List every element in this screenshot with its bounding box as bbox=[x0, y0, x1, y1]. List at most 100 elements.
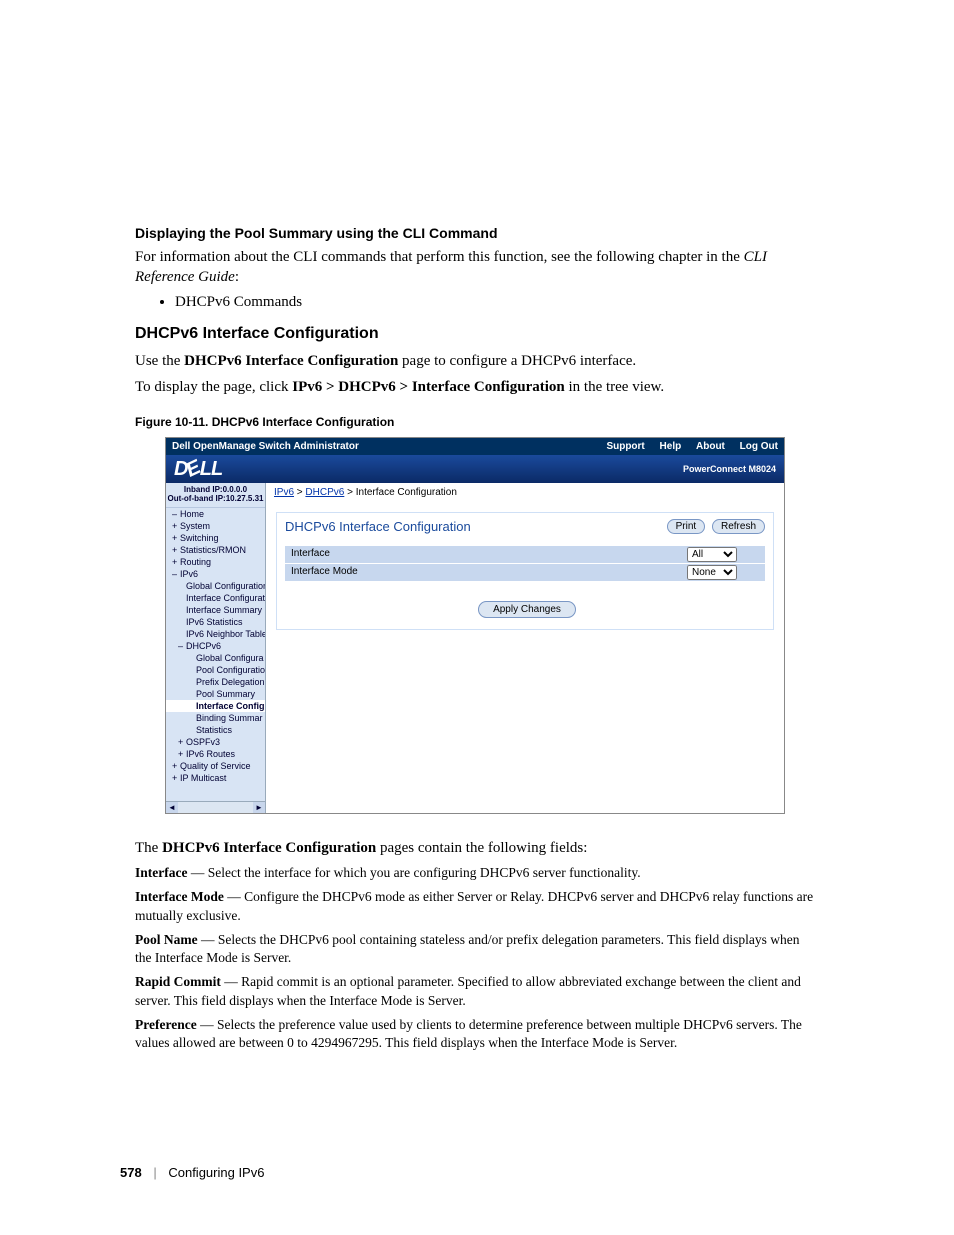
bullet-list: DHCPv6 Commands bbox=[175, 294, 819, 311]
expand-icon[interactable]: + bbox=[172, 533, 180, 543]
tree-node[interactable]: Interface Summary bbox=[166, 604, 265, 616]
tree-label: IPv6 Statistics bbox=[186, 617, 243, 627]
tree-node[interactable]: Interface Configurat bbox=[166, 592, 265, 604]
document-page: Displaying the Pool Summary using the CL… bbox=[0, 0, 954, 1235]
tree-label: OSPFv3 bbox=[186, 737, 220, 747]
expand-icon[interactable]: + bbox=[178, 749, 186, 759]
nav-path: IPv6 > DHCPv6 > Interface Configuration bbox=[292, 379, 564, 395]
field-name: Interface Mode bbox=[135, 889, 224, 904]
crumb-dhcpv6[interactable]: DHCPv6 bbox=[305, 487, 344, 498]
tree-node[interactable]: +IP Multicast bbox=[166, 772, 265, 784]
tree-node[interactable]: Statistics bbox=[166, 724, 265, 736]
separator: | bbox=[153, 1165, 156, 1180]
text: page to configure a DHCPv6 interface. bbox=[398, 353, 636, 369]
expand-icon[interactable]: – bbox=[178, 641, 186, 651]
page-number: 578 bbox=[120, 1165, 142, 1180]
tree-node[interactable]: Interface Config bbox=[166, 700, 265, 712]
field-name: Preference bbox=[135, 1017, 197, 1032]
refresh-button[interactable]: Refresh bbox=[712, 519, 765, 534]
tree-label: Interface Config bbox=[196, 701, 265, 711]
field-text: — Select the interface for which you are… bbox=[187, 865, 640, 880]
panel-header: DHCPv6 Interface Configuration Print Ref… bbox=[277, 513, 773, 546]
tree-node[interactable]: Global Configura bbox=[166, 652, 265, 664]
scrollbar[interactable]: ◄ ► bbox=[166, 801, 265, 813]
sidebar: Inband IP:0.0.0.0 Out-of-band IP:10.27.5… bbox=[166, 483, 266, 813]
tree-label: Home bbox=[180, 509, 204, 519]
tree-label: IPv6 bbox=[180, 569, 198, 579]
page-footer: 578 | Configuring IPv6 bbox=[120, 1165, 264, 1180]
tree-node[interactable]: +IPv6 Routes bbox=[166, 748, 265, 760]
panel-buttons: Print Refresh bbox=[663, 521, 765, 532]
chapter-name: Configuring IPv6 bbox=[168, 1165, 264, 1180]
tree-node[interactable]: Pool Summary bbox=[166, 688, 265, 700]
figure-caption: Figure 10-11. DHCPv6 Interface Configura… bbox=[135, 415, 819, 429]
tree-node[interactable]: +Routing bbox=[166, 556, 265, 568]
link-logout[interactable]: Log Out bbox=[740, 441, 778, 452]
tree-node[interactable]: +Switching bbox=[166, 532, 265, 544]
text: For information about the CLI commands t… bbox=[135, 249, 744, 265]
row-interface: Interface All bbox=[285, 546, 765, 564]
field-text: — Configure the DHCPv6 mode as either Se… bbox=[135, 889, 813, 922]
panel-title: DHCPv6 Interface Configuration bbox=[285, 519, 471, 534]
tree-label: Statistics/RMON bbox=[180, 545, 246, 555]
text: Use the bbox=[135, 353, 184, 369]
tree-label: Binding Summar bbox=[196, 713, 263, 723]
select-interface-mode[interactable]: None bbox=[687, 565, 737, 580]
expand-icon[interactable]: + bbox=[172, 521, 180, 531]
section-heading: DHCPv6 Interface Configuration bbox=[135, 325, 819, 343]
crumb-current: Interface Configuration bbox=[356, 487, 457, 498]
field-description: Pool Name — Selects the DHCPv6 pool cont… bbox=[135, 931, 819, 967]
text: The bbox=[135, 840, 162, 856]
tree-node[interactable]: Global Configuration bbox=[166, 580, 265, 592]
expand-icon[interactable]: + bbox=[178, 737, 186, 747]
tree-node[interactable]: IPv6 Statistics bbox=[166, 616, 265, 628]
ui-term: DHCPv6 Interface Configuration bbox=[184, 353, 398, 369]
tree-node[interactable]: –Home bbox=[166, 508, 265, 520]
link-support[interactable]: Support bbox=[606, 441, 644, 452]
expand-icon[interactable]: + bbox=[172, 773, 180, 783]
tree-node[interactable]: IPv6 Neighbor Table bbox=[166, 628, 265, 640]
expand-icon[interactable]: – bbox=[172, 509, 180, 519]
select-interface[interactable]: All bbox=[687, 547, 737, 562]
tree-node[interactable]: Prefix Delegation bbox=[166, 676, 265, 688]
tree-node[interactable]: Binding Summar bbox=[166, 712, 265, 724]
topbar-links: Support Help About Log Out bbox=[594, 441, 778, 452]
scroll-left-icon[interactable]: ◄ bbox=[166, 802, 178, 813]
link-about[interactable]: About bbox=[696, 441, 725, 452]
tree-node[interactable]: –DHCPv6 bbox=[166, 640, 265, 652]
expand-icon[interactable]: + bbox=[172, 545, 180, 555]
apply-button[interactable]: Apply Changes bbox=[478, 601, 576, 618]
tree-label: Routing bbox=[180, 557, 211, 567]
paragraph: To display the page, click IPv6 > DHCPv6… bbox=[135, 377, 819, 397]
field-text: — Selects the DHCPv6 pool containing sta… bbox=[135, 932, 799, 965]
crumb-ipv6[interactable]: IPv6 bbox=[274, 487, 294, 498]
subsection-heading: Displaying the Pool Summary using the CL… bbox=[135, 225, 819, 241]
field-name: Rapid Commit bbox=[135, 974, 221, 989]
tree-node[interactable]: +Quality of Service bbox=[166, 760, 265, 772]
expand-icon[interactable]: – bbox=[172, 569, 180, 579]
tree-node[interactable]: +System bbox=[166, 520, 265, 532]
outofband-ip: Out-of-band IP:10.27.5.31 bbox=[166, 495, 265, 504]
tree-label: Pool Configuratio bbox=[196, 665, 265, 675]
tree-node[interactable]: Pool Configuratio bbox=[166, 664, 265, 676]
paragraph: For information about the CLI commands t… bbox=[135, 247, 819, 288]
link-help[interactable]: Help bbox=[660, 441, 682, 452]
tree-label: Global Configura bbox=[196, 653, 264, 663]
expand-icon[interactable]: + bbox=[172, 761, 180, 771]
expand-icon[interactable]: + bbox=[172, 557, 180, 567]
tree-label: Statistics bbox=[196, 725, 232, 735]
field-text: — Selects the preference value used by c… bbox=[135, 1017, 802, 1050]
tree-node[interactable]: +OSPFv3 bbox=[166, 736, 265, 748]
paragraph: Use the DHCPv6 Interface Configuration p… bbox=[135, 351, 819, 371]
app-title: Dell OpenManage Switch Administrator bbox=[172, 441, 359, 452]
tree-node[interactable]: +Statistics/RMON bbox=[166, 544, 265, 556]
tree-label: Interface Configurat bbox=[186, 593, 265, 603]
tree-node[interactable]: –IPv6 bbox=[166, 568, 265, 580]
print-button[interactable]: Print bbox=[667, 519, 706, 534]
nav-tree: –Home+System+Switching+Statistics/RMON+R… bbox=[166, 508, 265, 784]
scroll-right-icon[interactable]: ► bbox=[253, 802, 265, 813]
config-panel: DHCPv6 Interface Configuration Print Ref… bbox=[276, 512, 774, 630]
tree-label: System bbox=[180, 521, 210, 531]
text: pages contain the following fields: bbox=[376, 840, 587, 856]
field-description: Interface Mode — Configure the DHCPv6 mo… bbox=[135, 888, 819, 924]
